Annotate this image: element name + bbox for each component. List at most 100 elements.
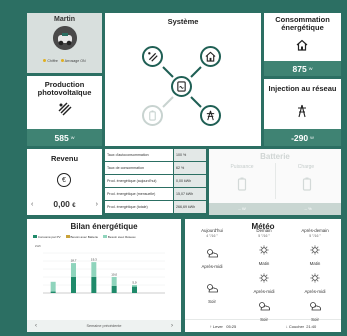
meteo-period-label: Matin — [309, 261, 321, 266]
battery-icon — [302, 177, 312, 191]
chart-bar — [50, 281, 56, 292]
inverter-icon — [177, 81, 186, 92]
legend-label: Consomé par PV — [37, 235, 61, 239]
meteo-temp: 5 °/16 ° — [309, 234, 321, 238]
revenu-amount: 0,00 € — [53, 199, 75, 209]
meteo-period-label: Soir — [260, 317, 268, 322]
meteo-period: Matin — [289, 242, 341, 266]
stats-row: Taux de consommation 62 % — [105, 162, 206, 174]
system-grid-node[interactable] — [200, 105, 221, 126]
batterie-footer: -- W -- % — [209, 203, 341, 215]
solar-panel-icon — [148, 52, 158, 62]
sunrise: ↑ Lever 05:25 — [210, 324, 237, 329]
stats-value: 266,69 kWh — [174, 201, 206, 213]
consommation-card[interactable]: Consommation énergétique 875 W — [264, 13, 341, 76]
revenu-card[interactable]: Revenu € ‹ 0,00 € › — [27, 149, 102, 215]
batterie-title: Batterie — [260, 152, 290, 161]
chart-bar — [91, 262, 97, 277]
bilan-footer: ‹ Semaine précédente › — [27, 320, 181, 332]
stats-row: Taux d'autoconsommation 100 % — [105, 149, 206, 161]
legend-label: Besoin avec Batterie — [70, 235, 99, 239]
bilan-legend: Consomé par PV Besoin avec Batterie Beso… — [33, 235, 135, 239]
legend-swatch — [33, 235, 37, 238]
injection-value: -290 — [291, 132, 309, 143]
martin-status: Chiffre Arrosage ON — [27, 59, 102, 63]
system-card: Système — [105, 13, 261, 146]
chart-bar — [71, 263, 76, 277]
revenu-next-button[interactable]: › — [96, 201, 98, 208]
bilan-week-label: Semaine précédente — [86, 324, 122, 328]
chart-bar — [71, 276, 76, 293]
stats-value: 62 % — [174, 162, 206, 174]
sun-icon — [310, 245, 320, 255]
house-icon — [296, 39, 308, 51]
bilan-prev-button[interactable]: ‹ — [35, 323, 37, 329]
legend-item: Besoin avec Réseau — [103, 235, 135, 239]
batterie-card[interactable]: Batterie Puissance Charge -- W -- % — [209, 149, 341, 215]
legend-swatch — [103, 235, 108, 238]
status-dot — [43, 59, 47, 62]
revenu-currency: € — [72, 203, 76, 209]
system-inverter-node[interactable] — [171, 76, 192, 97]
system-solar-node[interactable] — [142, 46, 163, 67]
batterie-value-puissance: -- W — [238, 206, 246, 211]
batterie-divider — [275, 163, 276, 199]
meteo-period: Après-midi — [186, 245, 238, 269]
consommation-value: 875 — [292, 63, 307, 74]
bilan-next-button[interactable]: › — [171, 323, 173, 329]
revenu-title: Revenu — [50, 154, 79, 163]
production-title: Production photovoltaïque — [27, 81, 102, 97]
robot-mower-icon — [53, 26, 77, 50]
stats-row: Prod. énergétique (mensuelle) 15,07 kWh — [105, 188, 206, 200]
production-card[interactable]: Production photovoltaïque 585 W — [27, 76, 102, 146]
chart-bar — [111, 277, 117, 286]
stats-label: Taux d'autoconsommation — [105, 149, 173, 161]
meteo-temp: 5 °/16 ° — [258, 234, 270, 238]
batterie-col-puissance: Puissance — [230, 164, 254, 170]
stats-value: 0,00 kWh — [174, 175, 206, 187]
sunrise-label: Lever — [212, 323, 223, 329]
sunrise-time: 05:25 — [226, 323, 237, 329]
battery-icon — [237, 177, 247, 191]
consommation-unit: W — [308, 66, 313, 71]
chart-bar — [111, 285, 117, 293]
meteo-period-label: Soir — [208, 299, 216, 304]
meteo-column-tomorrow: Demain 5 °/16 ° Matin Après-midi Soir — [238, 228, 290, 322]
meteo-day: Aujourd'hui — [201, 228, 223, 233]
martin-card[interactable]: Martin Chiffre Arrosage ON — [27, 13, 102, 73]
meteo-temp: 4 °/16 ° — [206, 234, 218, 238]
partly-cloudy-icon — [259, 302, 270, 311]
injection-footer: -290 W — [264, 129, 341, 146]
system-house-node[interactable] — [200, 46, 221, 67]
meteo-period: Matin — [238, 242, 290, 266]
chart-data-label: 19,3 — [91, 258, 97, 262]
stats-value: 15,07 kWh — [174, 188, 206, 200]
legend-item: Consomé par PV — [33, 235, 61, 239]
bilan-chart: 18,7 19,3 10,0 5,0 — [43, 252, 165, 294]
revenu-prev-button[interactable]: ‹ — [31, 201, 33, 208]
meteo-period: Après-midi — [238, 270, 290, 294]
injection-card[interactable]: Injection au réseau -290 W — [264, 79, 341, 146]
solar-panel-icon — [58, 102, 72, 116]
system-battery-node[interactable] — [142, 105, 163, 126]
meteo-period: Après-midi — [289, 270, 341, 294]
revenu-value: 0,00 — [53, 199, 70, 209]
batterie-value-charge: -- % — [304, 206, 312, 211]
meteo-period: Soir — [186, 280, 238, 304]
meteo-period-label: Après-midi — [253, 289, 275, 294]
chart-bar — [132, 285, 137, 287]
stats-label: Prod. énergétique (totale) — [105, 201, 173, 213]
meteo-period-label: Soir — [311, 317, 319, 322]
chart-bar — [50, 291, 56, 293]
bilan-card: Bilan énergétique Consomé par PV Besoin … — [27, 219, 181, 332]
sunset-time: 21:40 — [306, 323, 317, 329]
house-icon — [205, 51, 216, 62]
stats-label: Prod. énergétique (aujourd'hui) — [105, 175, 173, 187]
partly-cloudy-icon — [207, 249, 218, 258]
stats-table: Taux d'autoconsommation 100 % Taux de co… — [105, 149, 206, 215]
martin-status-2: Arrosage ON — [64, 59, 86, 63]
meteo-period-label: Après-midi — [304, 289, 326, 294]
partly-cloudy-icon — [310, 302, 321, 311]
meteo-day: Après-demain — [301, 228, 329, 233]
stats-label: Taux de consommation — [105, 162, 173, 174]
